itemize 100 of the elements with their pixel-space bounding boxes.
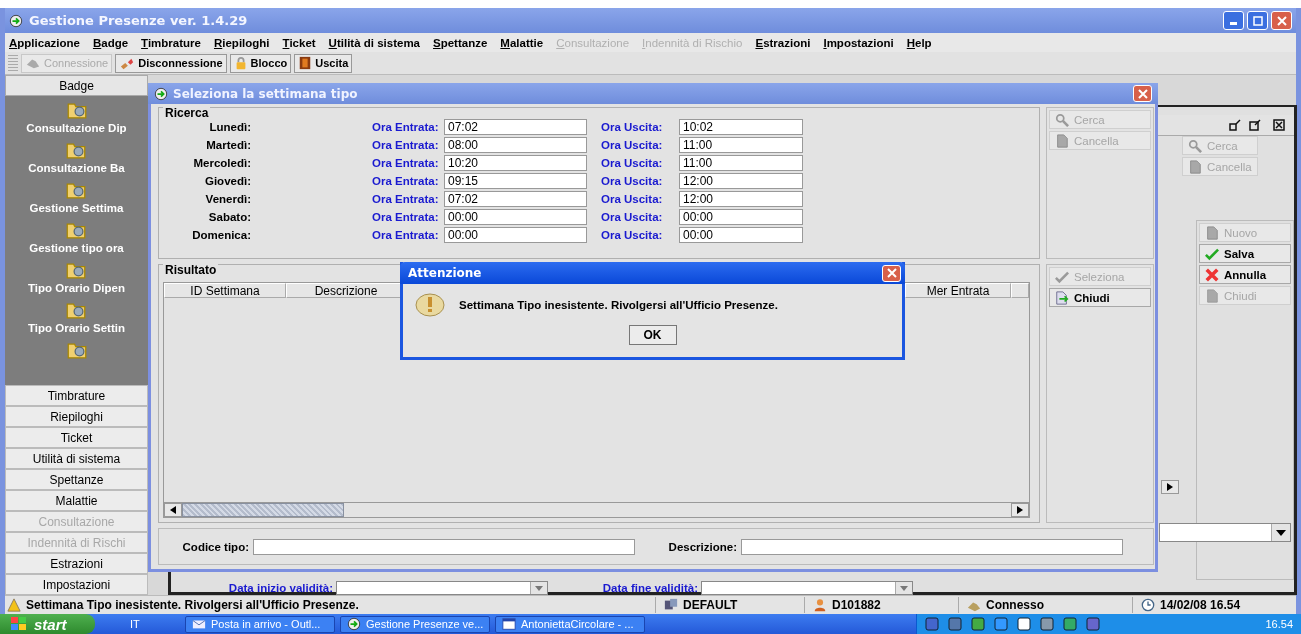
menu-item[interactable]: Estrazioni [755, 36, 811, 49]
menu-item[interactable]: Riepiloghi [213, 36, 270, 49]
status-text: Connesso [986, 598, 1044, 612]
sidebar-section[interactable]: Riepiloghi [5, 406, 148, 427]
window-title: Gestione Presenze ver. 1.4.29 [29, 13, 248, 28]
flag-icon [10, 616, 28, 632]
sidebar-section[interactable]: Impostazioni [5, 574, 148, 595]
tray-icon[interactable] [948, 617, 962, 631]
close-button[interactable] [1271, 11, 1292, 30]
caret-icon [1276, 529, 1286, 536]
taskbar-button[interactable]: Posta in arrivo - Outl... [185, 615, 335, 633]
column-header[interactable]: Mer Entrata [905, 283, 1011, 298]
tray-icon[interactable] [1086, 617, 1100, 631]
start-button[interactable]: start [0, 614, 95, 634]
toolbar-button[interactable]: Uscita [294, 53, 353, 73]
menu-item[interactable]: Ticket [282, 36, 316, 49]
tray-icon[interactable] [994, 617, 1008, 631]
toolbar-button[interactable]: Disconnessione [115, 53, 227, 73]
time-field[interactable]: 12:00 [679, 191, 803, 207]
date-dropdown[interactable] [701, 581, 913, 595]
menu-item[interactable]: Spettanze [433, 36, 488, 49]
close-icon [886, 268, 897, 278]
tray-icon[interactable] [971, 617, 985, 631]
scroll-right-button[interactable] [1161, 480, 1179, 494]
time-field[interactable]: 10:02 [679, 119, 803, 135]
sidebar-section[interactable]: Utilità di sistema [5, 448, 148, 469]
form-button[interactable]: Salva [1199, 244, 1291, 263]
document-icon [1055, 133, 1069, 148]
toolbar-grip[interactable] [8, 55, 18, 71]
sidebar-section[interactable]: Ticket [5, 427, 148, 448]
triangle-left-icon [170, 506, 176, 514]
tray-icon[interactable] [1063, 617, 1077, 631]
tray-icon[interactable] [1017, 617, 1031, 631]
maximize-button[interactable] [1247, 11, 1268, 30]
logo-icon [154, 86, 168, 101]
input-field[interactable] [253, 538, 635, 555]
minimize-button[interactable] [1223, 11, 1244, 30]
unplug-icon [119, 56, 136, 70]
time-field[interactable]: 11:00 [679, 137, 803, 153]
menu-item[interactable]: Applicazione [9, 36, 80, 49]
time-field[interactable]: 09:15 [444, 173, 587, 189]
menu-item[interactable]: Impostazioni [823, 36, 894, 49]
time-field[interactable]: 07:02 [444, 191, 587, 207]
dropdown[interactable] [1159, 523, 1291, 542]
sidebar-item[interactable]: Consultazione Dip [26, 122, 127, 134]
field-label: Data fine validità: [601, 582, 699, 594]
sidebar-item[interactable]: Tipo Orario Dipen [28, 282, 125, 294]
time-field[interactable]: 12:00 [679, 173, 803, 189]
field-label: Ora Uscita: [601, 193, 664, 205]
day-label: Martedì: [205, 139, 251, 151]
field-label: Ora Entrata: [372, 175, 440, 187]
field-label: Ora Entrata: [372, 229, 440, 241]
time-field[interactable]: 00:00 [444, 227, 587, 243]
time-field[interactable]: 10:20 [444, 155, 587, 171]
sidebar-header[interactable]: Badge [5, 75, 148, 96]
field-label: Ora Entrata: [372, 211, 440, 223]
time-field[interactable]: 00:00 [444, 209, 587, 225]
menu-item[interactable]: Badge [92, 36, 129, 49]
menu-item[interactable]: Timbrature [141, 36, 201, 49]
toolbar-button[interactable]: Blocco [229, 53, 292, 73]
horizontal-scrollbar[interactable] [164, 502, 1029, 517]
menu-item[interactable]: Help [906, 36, 932, 49]
tray-icon[interactable] [1040, 617, 1054, 631]
time-field[interactable]: 00:00 [679, 209, 803, 225]
cross-icon [1205, 267, 1219, 282]
menu-item[interactable]: Malattie [500, 36, 544, 49]
language-indicator[interactable]: IT [130, 618, 185, 630]
window-buttons-icon[interactable] [1228, 118, 1288, 132]
sidebar-item[interactable]: Tipo Orario Settin [28, 322, 125, 334]
clock: 16.54 [1265, 618, 1293, 630]
time-field[interactable]: 11:00 [679, 155, 803, 171]
menu-item[interactable]: Utilità di sistema [328, 36, 420, 49]
taskbar-button[interactable]: Gestione Presenze ve... [340, 615, 490, 633]
sidebar-section[interactable]: Malattie [5, 490, 148, 511]
sidebar-section[interactable]: Timbrature [5, 385, 148, 406]
time-field[interactable]: 08:00 [444, 137, 587, 153]
form-button[interactable]: Annulla [1199, 265, 1291, 284]
date-dropdown[interactable] [336, 581, 548, 595]
time-field[interactable]: 07:02 [444, 119, 587, 135]
tray-icon[interactable] [925, 617, 939, 631]
field-label: Codice tipo: [181, 540, 250, 553]
form-button[interactable]: Chiudi [1049, 288, 1151, 307]
field-label: Ora Uscita: [601, 121, 664, 133]
sidebar-item[interactable]: Gestione Settima [29, 202, 124, 214]
ok-button[interactable]: OK [628, 325, 677, 345]
taskbar-button[interactable]: AntoniettaCircolare - ... [495, 615, 645, 633]
field-label: Data inizio validità: [227, 582, 334, 594]
close-button[interactable] [882, 264, 901, 282]
time-field[interactable]: 00:00 [679, 227, 803, 243]
column-header[interactable]: ID Settimana [164, 283, 286, 298]
document-arrow-icon [1055, 290, 1069, 305]
sidebar-section[interactable]: Spettanze [5, 469, 148, 490]
sidebar-item[interactable]: Gestione tipo ora [29, 242, 124, 254]
close-button[interactable] [1133, 85, 1152, 102]
logo-icon [9, 13, 23, 28]
field-label: Ora Entrata: [372, 139, 440, 151]
sidebar-item[interactable]: Consultazione Ba [28, 162, 125, 174]
status-text: 14/02/08 16.54 [1160, 598, 1241, 612]
sidebar-section[interactable]: Estrazioni [5, 553, 148, 574]
input-field[interactable] [741, 538, 1123, 555]
